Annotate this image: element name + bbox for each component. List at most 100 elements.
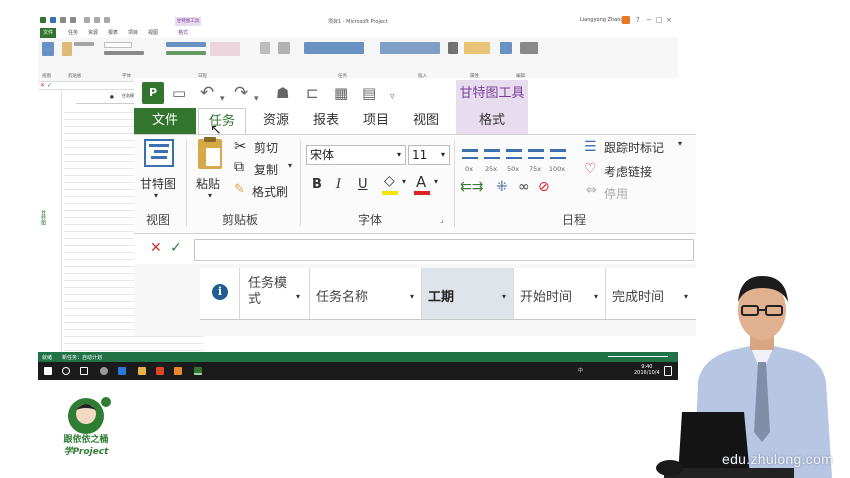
redo-icon[interactable]: ↷ <box>234 84 248 102</box>
font-size-select[interactable]: 11 ▾ <box>408 145 450 165</box>
task-group-icons[interactable] <box>304 42 364 54</box>
italic-button[interactable]: I <box>336 177 341 192</box>
auto-schedule-icon[interactable] <box>278 42 290 54</box>
tab-task[interactable]: 任务 <box>198 108 246 134</box>
percent-complete-icon[interactable] <box>484 149 500 159</box>
column-duration[interactable]: 工期 ▾ <box>422 268 514 320</box>
minimize-icon[interactable]: − <box>646 16 652 24</box>
undo-icon[interactable]: ↶ <box>200 84 214 102</box>
info-icon[interactable] <box>448 42 458 54</box>
dialog-launcher-icon[interactable]: ⌟ <box>440 215 444 224</box>
percent-complete-icon[interactable] <box>462 149 478 159</box>
font-box[interactable] <box>104 42 132 48</box>
cancel-icon[interactable]: ✕ <box>40 82 45 89</box>
chevron-down-icon[interactable]: ▾ <box>296 292 300 301</box>
tab-format[interactable]: 格式 <box>456 108 528 134</box>
copy-icon[interactable]: ⧉ <box>234 159 244 175</box>
inactivate-button[interactable]: 停用 <box>604 185 628 202</box>
avatar[interactable] <box>622 16 630 24</box>
tab-project[interactable]: 项目 <box>354 108 398 134</box>
chevron-down-icon[interactable]: ▾ <box>502 292 506 301</box>
column-indicators[interactable]: i <box>200 268 240 320</box>
mark-on-track-icon[interactable] <box>210 42 240 56</box>
explorer-icon[interactable] <box>138 367 146 375</box>
search-icon[interactable] <box>62 367 70 375</box>
close-icon[interactable]: × <box>666 16 672 24</box>
split-task-icon[interactable]: ⁜ <box>496 179 508 195</box>
gantt-chart-icon[interactable] <box>144 139 174 167</box>
entry-input[interactable] <box>194 239 694 261</box>
tab-resource[interactable]: 资源 <box>250 108 302 134</box>
gantt-chart-button[interactable]: 甘特图 <box>140 175 176 192</box>
qat-icon[interactable] <box>94 17 100 23</box>
font-family-select[interactable]: 宋体 ▾ <box>306 145 406 165</box>
cancel-entry-button[interactable]: ✕ <box>150 240 162 256</box>
gantt-icon[interactable]: ▤ <box>362 84 376 102</box>
task-view-icon[interactable] <box>80 367 88 375</box>
column-task-mode[interactable]: 任务模式 ▾ <box>240 268 310 320</box>
chevron-down-icon[interactable]: ▾ <box>288 161 292 170</box>
start-icon[interactable] <box>44 367 52 375</box>
chevron-down-icon[interactable]: ▾ <box>402 177 406 186</box>
font-format-icons[interactable] <box>104 51 144 55</box>
mini-tab-format[interactable]: 格式 <box>178 29 188 36</box>
mark-on-track-button[interactable]: 跟踪时标记 <box>604 139 664 156</box>
inactivate-icon[interactable]: ⇔ <box>586 183 597 198</box>
mini-tab-file[interactable]: 文件 <box>40 28 56 38</box>
app-icon[interactable] <box>156 367 164 375</box>
format-painter-icon[interactable]: ✎ <box>234 182 245 197</box>
app-icon[interactable] <box>174 367 182 375</box>
chevron-down-icon[interactable]: ▾ <box>254 90 259 108</box>
app-icon[interactable] <box>100 367 108 375</box>
chevron-down-icon[interactable]: ▾ <box>410 292 414 301</box>
restore-icon[interactable]: □ <box>656 16 663 24</box>
tray-ime[interactable]: 中 <box>578 367 583 374</box>
chevron-down-icon[interactable]: ▾ <box>154 191 158 200</box>
mark-on-track-icon[interactable]: ☰ <box>584 139 597 155</box>
mini-user-name[interactable]: Liangyong Zhang <box>580 17 624 23</box>
edge-icon[interactable] <box>118 367 126 375</box>
save-icon[interactable] <box>50 17 56 23</box>
org-chart-icon[interactable]: ☗ <box>276 84 289 102</box>
underline-button[interactable]: U <box>358 177 368 192</box>
editing-icons[interactable] <box>520 42 538 54</box>
respect-links-icon[interactable]: ♡ <box>584 161 597 177</box>
chevron-down-icon[interactable]: ▾ <box>220 90 225 108</box>
properties-icons[interactable] <box>464 42 490 54</box>
save-icon[interactable]: ▭ <box>172 84 186 102</box>
status-new-tasks[interactable]: 新任务：自动计划 <box>62 354 102 361</box>
scissors-icon[interactable]: ✂ <box>234 137 247 155</box>
link-icon[interactable]: ∞ <box>518 179 530 195</box>
chevron-down-icon[interactable]: ▾ <box>208 191 212 200</box>
paste-button[interactable]: 粘贴 <box>196 175 220 192</box>
schedule-percent-icons[interactable] <box>166 42 206 47</box>
paste-icon[interactable] <box>198 137 222 169</box>
pin-icon[interactable] <box>260 42 270 54</box>
copy-button[interactable]: 复制 <box>254 161 278 178</box>
project-taskbar-icon[interactable] <box>194 367 202 375</box>
mini-tab-task[interactable]: 任务 <box>68 29 78 36</box>
mini-tab-report[interactable]: 报表 <box>108 29 118 36</box>
chevron-down-icon[interactable]: ▾ <box>678 139 682 148</box>
mini-tab-resource[interactable]: 资源 <box>88 29 98 36</box>
indent-outdent-icon[interactable]: ⇇⇉ <box>460 179 483 195</box>
qat-icon[interactable] <box>104 17 110 23</box>
qat-icon[interactable] <box>84 17 90 23</box>
mini-tab-project[interactable]: 项目 <box>128 29 138 36</box>
confirm-icon[interactable]: ✓ <box>47 82 52 89</box>
help-icon[interactable]: ? <box>636 16 640 24</box>
fill-color-icon[interactable]: ◇ <box>384 173 395 189</box>
calculator-icon[interactable]: ▦ <box>334 84 348 102</box>
mini-tab-view[interactable]: 视图 <box>148 29 158 36</box>
insert-group-icons[interactable] <box>380 42 440 54</box>
column-start[interactable]: 开始时间 ▾ <box>514 268 606 320</box>
cut-button[interactable]: 剪切 <box>254 139 278 156</box>
format-painter-button[interactable]: 格式刷 <box>252 183 288 200</box>
tab-file[interactable]: 文件 <box>134 108 196 134</box>
gantt-chart-icon[interactable] <box>42 42 54 56</box>
chevron-down-icon[interactable]: ▾ <box>594 292 598 301</box>
clipboard-small-icons[interactable] <box>74 42 94 46</box>
tab-view[interactable]: 视图 <box>404 108 448 134</box>
respect-links-button[interactable]: 考虑链接 <box>604 163 652 180</box>
percent-complete-icon[interactable] <box>550 149 566 159</box>
